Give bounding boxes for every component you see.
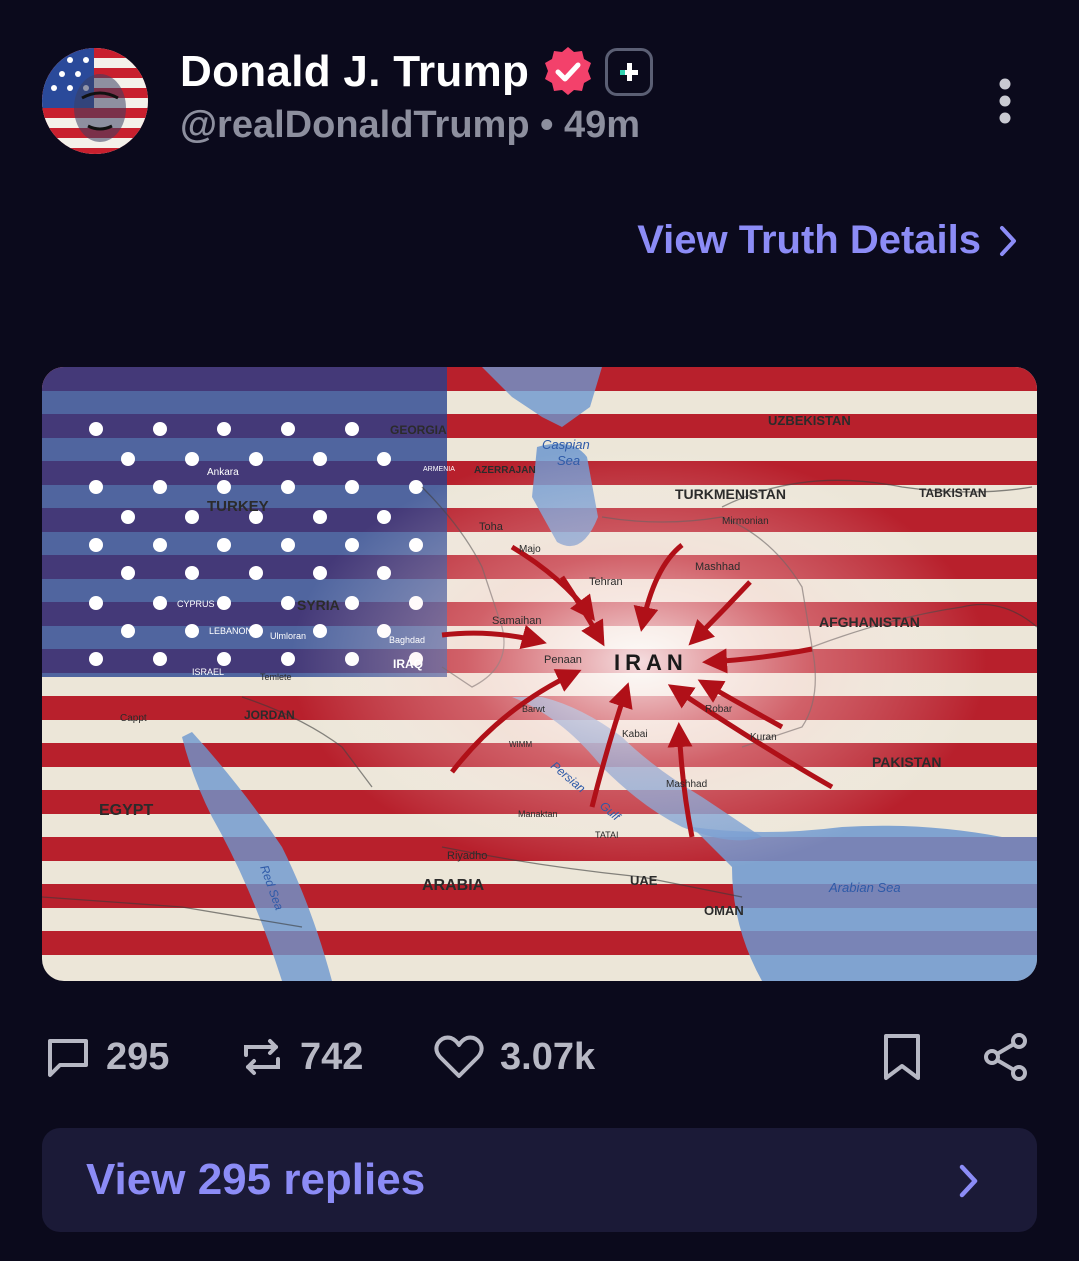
map-label: SYRIA bbox=[297, 597, 340, 613]
more-vertical-icon[interactable] bbox=[994, 78, 1016, 124]
view-replies-button[interactable]: View 295 replies bbox=[42, 1128, 1037, 1232]
chevron-right-icon bbox=[1000, 225, 1016, 256]
map-label: Baghdad bbox=[389, 635, 425, 645]
repost-count: 742 bbox=[300, 1035, 364, 1078]
map-label: AZERRAJAN bbox=[474, 465, 536, 476]
author-name[interactable]: Donald J. Trump bbox=[180, 47, 529, 97]
post-meta: @realDonaldTrump • 49m bbox=[180, 104, 640, 147]
map-label: Toha bbox=[479, 521, 504, 533]
like-icon bbox=[434, 1035, 484, 1078]
map-label: OMAN bbox=[704, 903, 744, 918]
map-label: Sea bbox=[557, 453, 580, 468]
map-label: ARABIA bbox=[422, 877, 485, 894]
map-label: IRAQ bbox=[393, 657, 423, 671]
map-label: Samaihan bbox=[492, 615, 542, 627]
map-label: JORDAN bbox=[244, 708, 295, 722]
map-label: Penaan bbox=[544, 654, 582, 666]
map-label: UZBEKISTAN bbox=[768, 413, 851, 428]
view-replies-label: View 295 replies bbox=[86, 1155, 426, 1204]
plus-icon bbox=[620, 63, 639, 81]
author-avatar[interactable] bbox=[42, 48, 148, 154]
like-count: 3.07k bbox=[500, 1035, 596, 1078]
map-label: IRAN bbox=[614, 650, 688, 675]
reply-button[interactable]: 295 bbox=[44, 1022, 169, 1092]
map-label: Ulmloran bbox=[270, 631, 306, 641]
bookmark-icon[interactable] bbox=[880, 1032, 924, 1082]
map-label: TURKEY bbox=[207, 498, 269, 515]
post-image[interactable]: TURKEY Ankara GEORGIA AZERRAJAN ARMENIA … bbox=[42, 367, 1037, 981]
avatar-image bbox=[42, 48, 148, 154]
post-timestamp: 49m bbox=[564, 104, 641, 146]
map-label: Mashhad bbox=[666, 779, 707, 790]
repost-icon bbox=[244, 1039, 280, 1075]
map-label: Mashhad bbox=[695, 561, 740, 573]
map-label: LEBANON bbox=[209, 626, 252, 636]
reply-count: 295 bbox=[106, 1035, 170, 1078]
author-name-row: Donald J. Trump bbox=[180, 44, 654, 100]
map-label: Ankara bbox=[207, 467, 239, 478]
map-label: ARMENIA bbox=[423, 466, 455, 473]
map-label: GEORGIA bbox=[390, 423, 447, 437]
iran-flag-map-image: TURKEY Ankara GEORGIA AZERRAJAN ARMENIA … bbox=[42, 367, 1037, 981]
map-label: Tehran bbox=[589, 576, 623, 588]
reply-icon bbox=[48, 1039, 88, 1077]
map-label: TATAI bbox=[595, 830, 619, 840]
share-icon[interactable] bbox=[982, 1032, 1030, 1082]
map-label: ISRAEL bbox=[192, 667, 224, 677]
map-label: PAKISTAN bbox=[872, 754, 941, 770]
map-label: TURKMENISTAN bbox=[675, 486, 786, 502]
post-action-bar: 295 742 3.07k bbox=[0, 1022, 1079, 1092]
like-button[interactable]: 3.07k bbox=[432, 1022, 595, 1092]
map-label: Temlete bbox=[260, 672, 292, 682]
map-label: Caspian bbox=[542, 437, 590, 452]
map-label: Robar bbox=[705, 704, 733, 715]
map-label: Kuran bbox=[750, 732, 777, 743]
map-label: Riyadho bbox=[447, 850, 487, 862]
map-label: TABKISTAN bbox=[919, 486, 987, 500]
map-label: WIMM bbox=[509, 740, 532, 749]
map-label: EGYPT bbox=[99, 802, 153, 819]
chevron-right-icon bbox=[959, 1164, 978, 1198]
map-label: Manaktan bbox=[518, 809, 558, 819]
plus-badge bbox=[605, 48, 654, 96]
map-label: Barwt bbox=[522, 704, 546, 714]
map-label: Mirmonian bbox=[722, 516, 769, 527]
author-handle[interactable]: @realDonaldTrump bbox=[180, 104, 530, 146]
map-label: Kabai bbox=[622, 729, 648, 740]
view-truth-details-label: View Truth Details bbox=[637, 218, 981, 262]
meta-separator: • bbox=[540, 104, 554, 146]
map-label: Arabian Sea bbox=[828, 880, 901, 895]
map-label: Cappt bbox=[120, 713, 147, 724]
repost-button[interactable]: 742 bbox=[238, 1022, 363, 1092]
view-truth-details-link[interactable]: View Truth Details bbox=[637, 218, 1017, 263]
map-label: AFGHANISTAN bbox=[819, 614, 920, 630]
map-label: Majo bbox=[519, 544, 541, 555]
map-label: UAE bbox=[630, 873, 658, 888]
map-label: CYPRUS bbox=[177, 599, 215, 609]
verified-badge-icon bbox=[545, 47, 592, 95]
